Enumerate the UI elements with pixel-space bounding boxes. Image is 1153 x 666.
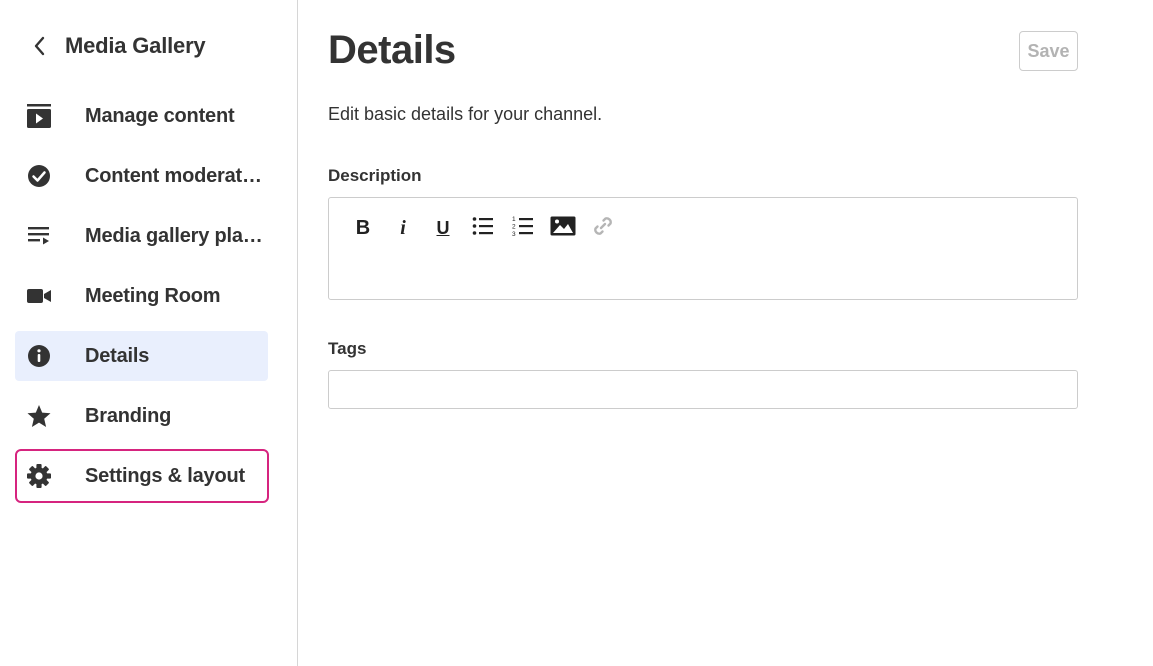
- svg-text:3: 3: [512, 231, 516, 237]
- back-button-label: Media Gallery: [65, 33, 206, 58]
- check-circle-icon: [26, 164, 52, 188]
- tags-input[interactable]: [328, 370, 1078, 409]
- link-button[interactable]: [583, 214, 623, 242]
- link-icon: [591, 214, 615, 243]
- bold-icon: B: [355, 217, 371, 239]
- sidebar-item-label: Manage content: [85, 105, 235, 127]
- bullet-list-button[interactable]: [463, 214, 503, 242]
- sidebar-item-meeting-room[interactable]: Meeting Room: [15, 271, 268, 321]
- bold-button[interactable]: B: [343, 214, 383, 242]
- sidebar: Media Gallery Manage content Content mod…: [0, 0, 298, 666]
- sidebar-item-branding[interactable]: Branding: [15, 391, 268, 441]
- sidebar-nav: Manage content Content moderation Media …: [15, 91, 269, 511]
- tags-label: Tags: [328, 339, 367, 358]
- play-box-icon: [26, 104, 52, 128]
- description-editor[interactable]: B i U 123: [328, 197, 1078, 300]
- page-title: Details: [328, 28, 456, 72]
- info-icon: [26, 344, 52, 368]
- image-icon: [550, 216, 576, 241]
- sidebar-item-content-moderation[interactable]: Content moderation: [15, 151, 268, 201]
- save-button[interactable]: Save: [1019, 31, 1078, 71]
- italic-icon: i: [400, 217, 406, 239]
- video-camera-icon: [26, 284, 52, 308]
- numbered-list-icon: 123: [512, 215, 534, 242]
- sidebar-item-settings-layout[interactable]: Settings & layout: [15, 449, 269, 503]
- sidebar-item-label: Content moderation: [85, 165, 267, 187]
- sidebar-item-label: Branding: [85, 405, 172, 427]
- sidebar-item-label: Details: [85, 345, 150, 367]
- description-text-area[interactable]: [343, 250, 1063, 289]
- page-subtitle: Edit basic details for your channel.: [328, 104, 603, 124]
- chevron-left-icon: [28, 34, 52, 58]
- playlist-icon: [26, 224, 52, 248]
- star-icon: [26, 404, 52, 428]
- gear-icon: [26, 464, 52, 488]
- sidebar-item-label: Media gallery playlists: [85, 225, 267, 247]
- numbered-list-button[interactable]: 123: [503, 214, 543, 242]
- svg-text:1: 1: [512, 216, 516, 223]
- underline-button[interactable]: U: [423, 214, 463, 242]
- sidebar-item-manage-content[interactable]: Manage content: [15, 91, 268, 141]
- description-label: Description: [328, 166, 422, 185]
- sidebar-item-label: Meeting Room: [85, 285, 221, 307]
- main-content: Details Save Edit basic details for your…: [299, 0, 1153, 666]
- sidebar-item-details[interactable]: Details: [15, 331, 268, 381]
- svg-text:2: 2: [512, 223, 516, 230]
- image-button[interactable]: [543, 214, 583, 242]
- back-button[interactable]: Media Gallery: [28, 30, 206, 62]
- italic-button[interactable]: i: [383, 214, 423, 242]
- underline-icon: U: [436, 218, 450, 238]
- editor-toolbar: B i U 123: [343, 214, 623, 242]
- bullet-list-icon: [472, 216, 494, 241]
- sidebar-item-label: Settings & layout: [85, 465, 245, 487]
- sidebar-item-playlists[interactable]: Media gallery playlists: [15, 211, 268, 261]
